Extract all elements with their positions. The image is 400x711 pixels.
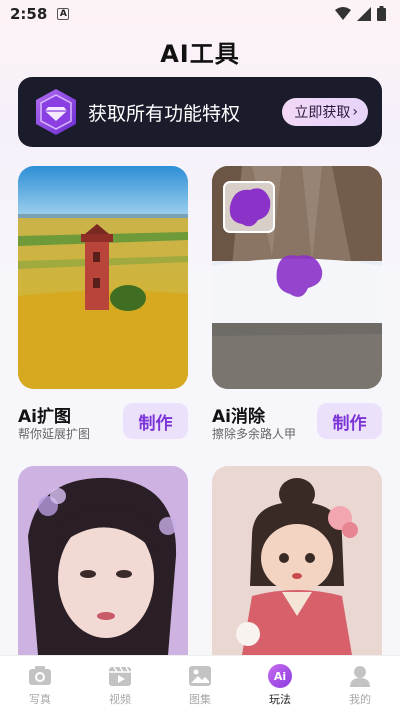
battery-icon [377, 6, 386, 21]
profile-icon [350, 666, 370, 687]
notification-icon: A [57, 8, 70, 20]
chevron-right-icon: › [352, 104, 358, 120]
erase-image-preview[interactable] [212, 166, 382, 389]
tab-label: 图集 [189, 693, 211, 706]
status-bar: 2:58 A [0, 0, 400, 28]
video-icon [109, 666, 131, 686]
make-button-erase[interactable]: 制作 [317, 403, 382, 439]
card-subtitle-expand: 帮你延展扩图 [18, 427, 91, 441]
promo-banner[interactable]: 获取所有功能特权 立即获取 › [18, 77, 382, 147]
signal-icon [357, 6, 371, 21]
get-now-button[interactable]: 立即获取 › [282, 98, 368, 126]
portrait-preview[interactable] [18, 466, 188, 655]
diamond-badge-icon [36, 89, 76, 135]
get-now-label: 立即获取 [294, 105, 351, 121]
promo-text: 获取所有功能特权 [88, 102, 241, 125]
tab-photo[interactable]: 写真 [0, 656, 80, 711]
ai-icon: Ai [268, 664, 292, 688]
tab-label: 玩法 [269, 693, 291, 706]
card-subtitle-erase: 擦除多余路人甲 [212, 427, 297, 441]
tab-video[interactable]: 视频 [80, 656, 160, 711]
ai-icon-text: Ai [273, 669, 287, 683]
winter-lake-image [212, 166, 382, 389]
tab-play[interactable]: Ai 玩法 [240, 656, 320, 711]
expand-image-preview[interactable] [18, 166, 188, 389]
portrait-image [18, 466, 188, 655]
field-tower-image [18, 166, 188, 389]
tab-label: 我的 [349, 693, 371, 706]
tab-gallery[interactable]: 图集 [160, 656, 240, 711]
camera-icon [29, 666, 51, 685]
page-title: AI工具 [160, 40, 240, 68]
make-button-expand[interactable]: 制作 [123, 403, 188, 439]
tab-mine[interactable]: 我的 [320, 656, 400, 711]
wifi-icon [335, 6, 351, 20]
tab-label: 写真 [29, 693, 51, 706]
status-icons [335, 6, 386, 21]
gallery-icon [189, 666, 211, 686]
figurine-preview[interactable] [212, 466, 382, 655]
figurine-image [212, 466, 382, 655]
bottom-tab-bar: 写真 视频 图集 Ai 玩法 我的 [0, 655, 400, 711]
status-time: 2:58 [10, 5, 48, 23]
card-title-expand: Ai扩图 [18, 407, 71, 427]
card-title-erase: Ai消除 [212, 407, 265, 427]
tab-label: 视频 [109, 693, 131, 706]
